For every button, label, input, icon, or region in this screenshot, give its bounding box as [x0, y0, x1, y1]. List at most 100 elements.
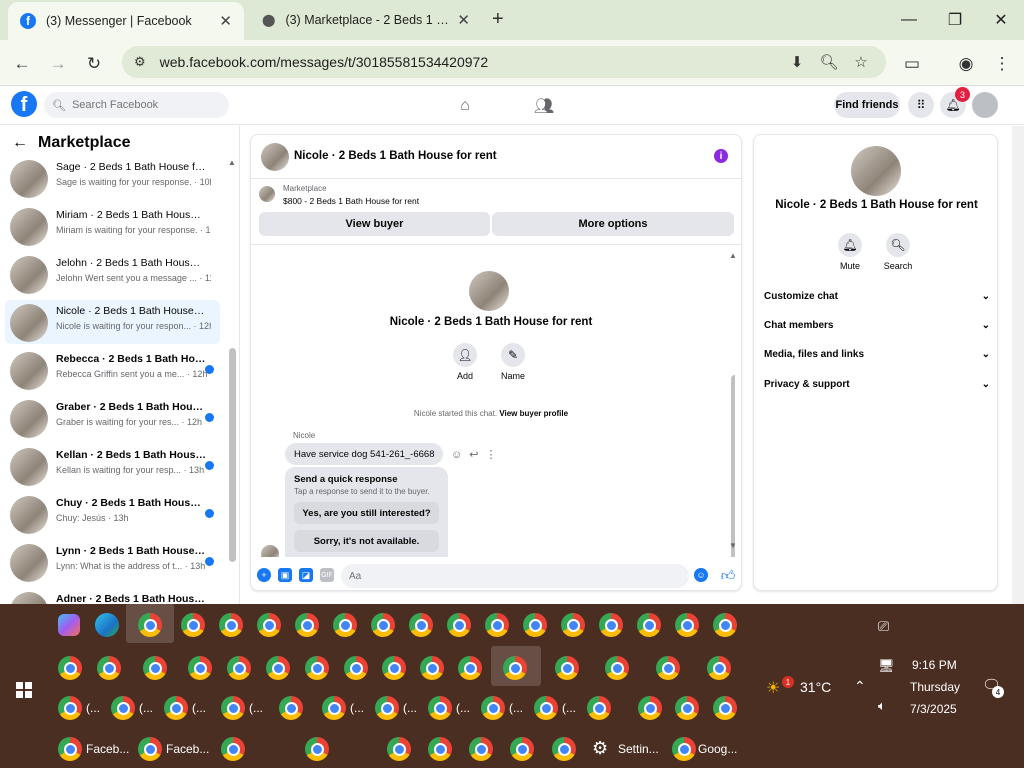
- chrome-profile-icon[interactable]: [638, 696, 662, 720]
- home-icon[interactable]: ⌂: [452, 93, 478, 119]
- temperature[interactable]: 31°C: [800, 679, 831, 695]
- chrome-profile-icon[interactable]: [523, 613, 547, 637]
- chrome-profile-icon[interactable]: [164, 696, 188, 720]
- mute-button[interactable]: 🔔︎ Mute: [830, 233, 870, 271]
- customize-chat-section[interactable]: Customize chat ⌄: [764, 287, 990, 305]
- chrome-profile-icon[interactable]: [534, 696, 558, 720]
- windows-start-icon[interactable]: [16, 682, 32, 698]
- find-friends-button[interactable]: Find friends: [834, 92, 900, 118]
- message-bubble[interactable]: Have service dog 541-261_-6668: [285, 443, 444, 465]
- privacy-support-section[interactable]: Privacy & support ⌄: [764, 375, 990, 393]
- chrome-profile-icon[interactable]: [111, 696, 135, 720]
- friends-icon[interactable]: 👥︎: [531, 93, 557, 119]
- chrome-profile-icon[interactable]: [561, 613, 585, 637]
- chrome-profile-icon[interactable]: [713, 696, 737, 720]
- page-scrollbar[interactable]: [1012, 126, 1024, 604]
- chrome-profile-icon[interactable]: [382, 656, 406, 680]
- cast-icon[interactable]: ▭: [898, 50, 926, 78]
- camera-icon[interactable]: ⎚: [878, 618, 889, 635]
- chrome-icon[interactable]: [672, 737, 696, 761]
- edge-icon[interactable]: [95, 613, 119, 637]
- conversation-item[interactable]: Rebecca · 2 Beds 1 Bath Hous... Rebecca G…: [5, 348, 220, 392]
- chrome-profile-icon[interactable]: [305, 656, 329, 680]
- chat-scrollbar[interactable]: [731, 375, 735, 557]
- chat-avatar[interactable]: [261, 143, 289, 171]
- thumbs-up-icon[interactable]: 👍︎: [721, 567, 736, 583]
- image-icon[interactable]: ▣: [278, 568, 292, 582]
- account-avatar[interactable]: [972, 92, 998, 118]
- clock-day[interactable]: Thursday: [910, 680, 960, 694]
- view-buyer-profile-link[interactable]: View buyer profile: [499, 409, 568, 418]
- copilot-icon[interactable]: [58, 614, 80, 636]
- chrome-profile-icon[interactable]: [428, 696, 452, 720]
- quick-response-sorry[interactable]: Sorry, it's not available.: [294, 530, 439, 552]
- chrome-profile-icon[interactable]: [675, 696, 699, 720]
- chrome-profile-icon[interactable]: [257, 613, 281, 637]
- chrome-profile-icon[interactable]: [143, 656, 167, 680]
- chrome-profile-icon[interactable]: [279, 696, 303, 720]
- more-options-button[interactable]: More options: [492, 212, 734, 236]
- chrome-profile-icon[interactable]: [428, 737, 452, 761]
- chrome-profile-icon[interactable]: [420, 656, 444, 680]
- menu-kebab-icon[interactable]: ⋮: [988, 50, 1016, 78]
- emoji-icon[interactable]: ☺: [694, 568, 708, 582]
- close-tab-icon[interactable]: ✕: [457, 11, 470, 29]
- chrome-profile-icon[interactable]: [587, 696, 611, 720]
- chrome-profile-icon[interactable]: [221, 737, 245, 761]
- minimize-icon[interactable]: —: [886, 0, 932, 40]
- chrome-profile-icon[interactable]: [552, 737, 576, 761]
- chrome-profile-icon[interactable]: [138, 737, 162, 761]
- conversation-item[interactable]: Sage · 2 Beds 1 Bath House for ... Sage i…: [5, 156, 220, 200]
- chat-title[interactable]: Nicole · 2 Beds 1 Bath House for rent: [294, 150, 497, 162]
- tab-messenger[interactable]: f (3) Messenger | Facebook ✕: [8, 2, 244, 40]
- chrome-profile-icon[interactable]: [555, 656, 579, 680]
- facebook-logo[interactable]: f: [11, 91, 37, 117]
- conversation-item[interactable]: Adner · 2 Beds 1 Bath House f...: [5, 588, 220, 604]
- back-arrow-icon[interactable]: ←: [12, 134, 28, 152]
- back-icon[interactable]: ←: [8, 50, 36, 78]
- scroll-up-icon[interactable]: ▲: [228, 158, 236, 167]
- conversation-item[interactable]: Miriam · 2 Beds 1 Bath House f... Miriam …: [5, 204, 220, 248]
- new-tab-button[interactable]: +: [492, 8, 504, 31]
- apps-menu-icon[interactable]: ⠿: [908, 92, 934, 118]
- quick-response-yes[interactable]: Yes, are you still interested?: [294, 502, 439, 524]
- conversation-item[interactable]: Kellan · 2 Beds 1 Bath House f... Kellan …: [5, 444, 220, 488]
- chrome-profile-icon[interactable]: [221, 696, 245, 720]
- chrome-profile-icon[interactable]: [266, 656, 290, 680]
- search-conversation-button[interactable]: 🔍︎ Search: [878, 233, 918, 271]
- chrome-profile-icon[interactable]: [599, 613, 623, 637]
- profile-avatar[interactable]: [469, 271, 509, 311]
- chrome-profile-icon[interactable]: [295, 613, 319, 637]
- chrome-profile-icon[interactable]: [469, 737, 493, 761]
- chrome-profile-icon[interactable]: [605, 656, 629, 680]
- chrome-profile-icon[interactable]: [97, 656, 121, 680]
- clock-time[interactable]: 9:16 PM: [912, 658, 957, 672]
- view-buyer-button[interactable]: View buyer: [259, 212, 490, 236]
- chat-members-section[interactable]: Chat members ⌄: [764, 316, 990, 334]
- chrome-profile-icon[interactable]: [409, 613, 433, 637]
- chat-scroll-up-icon[interactable]: ▲: [729, 251, 735, 260]
- more-icon[interactable]: ⋮: [485, 449, 503, 461]
- zoom-icon[interactable]: 🔍︎: [814, 46, 844, 78]
- listing-title[interactable]: $800 - 2 Beds 1 Bath House for rent: [283, 196, 419, 206]
- forward-icon[interactable]: →: [44, 50, 72, 78]
- reload-icon[interactable]: ↻: [80, 50, 108, 78]
- name-button[interactable]: ✎ Name: [493, 343, 533, 381]
- close-tab-icon[interactable]: ✕: [219, 12, 232, 30]
- conversation-item[interactable]: Chuy · 2 Beds 1 Bath House f... Chuy: Jes…: [5, 492, 220, 536]
- chrome-profile-icon[interactable]: [481, 696, 505, 720]
- conversation-item[interactable]: Nicole · 2 Beds 1 Bath House fo... Nicole…: [5, 300, 220, 344]
- chrome-profile-icon[interactable]: [188, 656, 212, 680]
- chrome-profile-icon[interactable]: [713, 613, 737, 637]
- clock-date[interactable]: 7/3/2025: [910, 702, 957, 716]
- react-emoji-icon[interactable]: ☺: [451, 449, 469, 461]
- chrome-profile-icon[interactable]: [675, 613, 699, 637]
- weather-icon[interactable]: ☀: [766, 678, 780, 698]
- close-window-icon[interactable]: ✕: [978, 0, 1024, 40]
- show-hidden-icons-chevron-up-icon[interactable]: ⌃: [854, 678, 866, 695]
- gif-icon[interactable]: GIF: [320, 568, 334, 582]
- reply-icon[interactable]: ↩: [469, 449, 485, 461]
- search-input[interactable]: [71, 99, 222, 111]
- chrome-profile-icon[interactable]: [656, 656, 680, 680]
- chat-scroll-down-icon[interactable]: ▼: [729, 541, 735, 550]
